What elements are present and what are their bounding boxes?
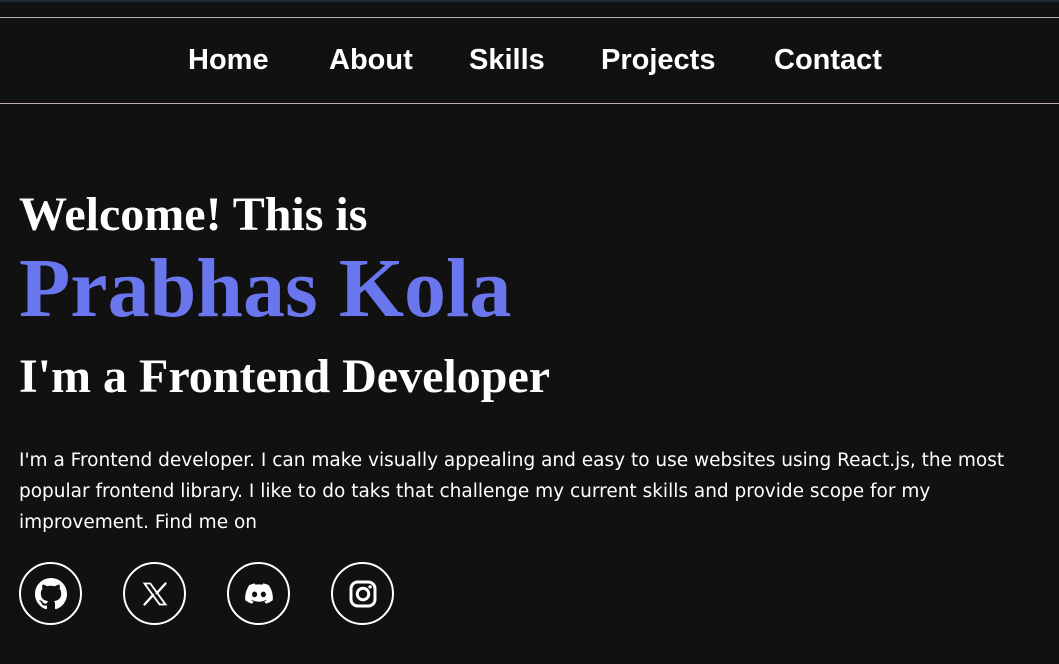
- instagram-icon: [349, 580, 376, 607]
- nav-item-projects[interactable]: Projects: [601, 42, 715, 78]
- nav-list: Home About Skills Projects Contact: [0, 18, 1059, 103]
- nav-item-contact[interactable]: Contact: [774, 42, 882, 78]
- instagram-link[interactable]: [331, 562, 394, 625]
- hero-bio: I'm a Frontend developer. I can make vis…: [19, 450, 1005, 533]
- discord-link[interactable]: [227, 562, 290, 625]
- hero-role: I'm a Frontend Developer: [19, 350, 551, 403]
- nav-item-home[interactable]: Home: [188, 42, 269, 78]
- discord-icon: [244, 582, 273, 604]
- x-icon: [142, 581, 167, 606]
- hero-name: Prabhas Kola: [19, 242, 512, 335]
- top-edge-line: [0, 0, 1059, 2]
- nav-item-about[interactable]: About: [329, 42, 413, 78]
- x-link[interactable]: [123, 562, 186, 625]
- navbar: Home About Skills Projects Contact: [0, 17, 1059, 104]
- nav-item-skills[interactable]: Skills: [469, 42, 545, 78]
- github-icon: [34, 577, 67, 609]
- hero-greeting: Welcome! This is: [19, 188, 368, 241]
- github-link[interactable]: [19, 562, 82, 625]
